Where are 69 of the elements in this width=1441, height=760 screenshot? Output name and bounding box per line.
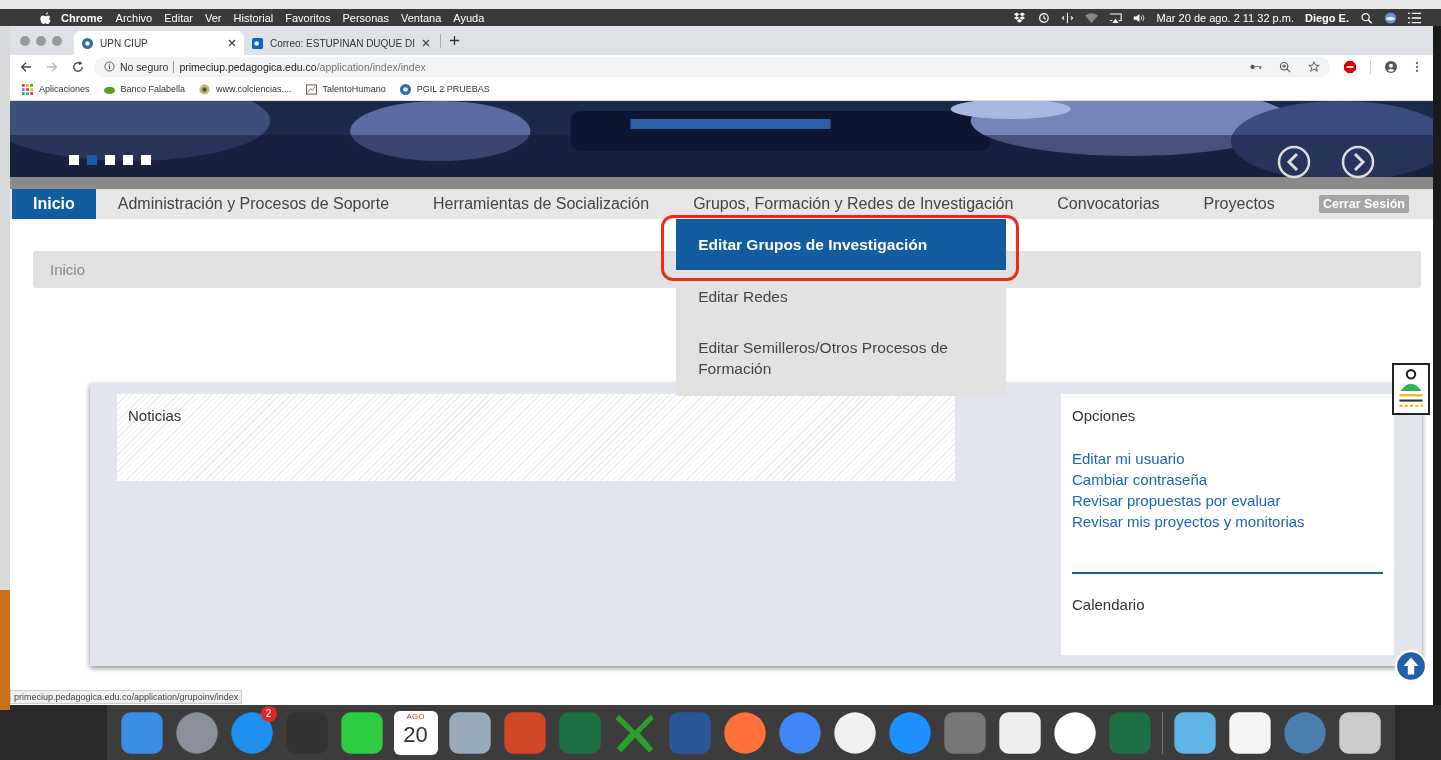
browser-tab[interactable]: Correo: ESTUPINAN DUQUE DI — [244, 31, 439, 55]
nav-item[interactable]: Inicio — [12, 189, 96, 219]
menu-item[interactable]: Editar — [164, 11, 193, 24]
dropdown-item[interactable]: Editar Redes — [676, 270, 1007, 323]
star-icon[interactable] — [1308, 60, 1320, 73]
apple-icon[interactable] — [40, 11, 51, 24]
status-url: primeciup.pedagogica.edu.co/application/grupoinv/index — [10, 690, 243, 704]
accessibility-button[interactable] — [1392, 363, 1430, 415]
nav-item[interactable]: Proyectos — [1181, 189, 1297, 219]
option-link[interactable]: Revisar propuestas por evaluar — [1072, 492, 1305, 509]
bookmark[interactable]: www.colciencias.... — [199, 83, 292, 95]
nav-item[interactable]: Herramientas de Socialización — [411, 189, 672, 219]
list-icon[interactable] — [1408, 11, 1421, 24]
bookmark[interactable]: Banco Falabella — [103, 83, 186, 95]
option-link[interactable]: Editar mi usuario — [1072, 450, 1305, 467]
profile-icon[interactable] — [1385, 60, 1397, 73]
bookmark[interactable]: TalentoHumano — [305, 83, 386, 95]
option-link[interactable]: Revisar mis proyectos y monitorias — [1072, 513, 1305, 530]
box-icon[interactable] — [1012, 11, 1026, 24]
scroll-up-icon[interactable] — [1395, 650, 1427, 682]
menu-item[interactable]: Ventana — [401, 11, 442, 24]
option-link[interactable]: Cambiar contraseña — [1072, 471, 1305, 488]
menu-app-name[interactable]: Chrome — [61, 11, 103, 24]
airplay-icon[interactable] — [1108, 11, 1122, 24]
bookmark[interactable]: PGIL 2 PRUEBAS — [399, 83, 490, 95]
speaker-icon[interactable] — [1132, 11, 1146, 24]
reload-icon[interactable] — [72, 60, 84, 73]
notification-badge: 2 — [260, 705, 277, 722]
next-icon[interactable] — [1341, 145, 1375, 179]
menu-user[interactable]: Diego E. — [1305, 11, 1349, 24]
person-icon — [1398, 368, 1424, 410]
mail-icon — [252, 37, 263, 49]
new-tab-icon[interactable] — [449, 35, 461, 46]
stop-sign-icon[interactable] — [1344, 60, 1356, 73]
menu-item[interactable]: Favoritos — [285, 11, 331, 24]
orb-icon[interactable] — [1384, 11, 1397, 24]
zoom-icon[interactable] — [1279, 60, 1291, 73]
bookmark-icon — [305, 83, 317, 95]
menu-item[interactable]: Personas — [342, 11, 389, 24]
nav-item[interactable]: Administración y Procesos de Soporte — [95, 189, 412, 219]
calendar-icon[interactable]: AGO 20 — [393, 710, 438, 755]
wifi-icon[interactable] — [1084, 11, 1098, 24]
bookmark-icon — [199, 83, 211, 95]
bookmark-icon — [399, 83, 411, 95]
dropdown-item[interactable]: Editar Grupos de Investigación — [676, 219, 1007, 270]
calendar-title: Calendario — [1072, 596, 1145, 613]
options-title: Opciones — [1072, 407, 1136, 424]
logo-icon — [82, 37, 93, 49]
nav-item[interactable]: Convocatorias — [1035, 189, 1182, 219]
nav-item[interactable]: Grupos, Formación y Redes de Investigación — [671, 189, 1036, 219]
bookmark-icon — [22, 83, 33, 95]
menu-item[interactable]: Historial — [233, 11, 274, 24]
news-title: Noticias — [128, 407, 182, 424]
menu-item[interactable]: Ver — [205, 11, 222, 24]
browser-tab[interactable]: UPN CIUP — [74, 31, 244, 55]
close-icon[interactable] — [422, 39, 431, 47]
menu-item[interactable]: Archivo — [115, 11, 153, 24]
dropdown-item[interactable]: Editar Semilleros/Otros Procesos de Formación — [676, 323, 1007, 396]
menu-item[interactable]: Ayuda — [453, 11, 485, 24]
back-icon[interactable] — [20, 60, 32, 73]
menu-clock[interactable]: Mar 20 de ago. 2 11 32 p.m. — [1156, 11, 1294, 24]
arrows-icon[interactable] — [1060, 11, 1074, 24]
previous-icon[interactable] — [1277, 145, 1311, 179]
address-field[interactable]: No seguro primeciup.pedagogica.edu.co/application/index/index — [94, 56, 1330, 77]
close-icon[interactable] — [228, 39, 236, 47]
clock-history-icon[interactable] — [1036, 11, 1050, 24]
bookmark[interactable]: Aplicaciones — [22, 83, 90, 95]
search-icon[interactable] — [1360, 11, 1373, 24]
info-icon[interactable] — [104, 61, 115, 72]
